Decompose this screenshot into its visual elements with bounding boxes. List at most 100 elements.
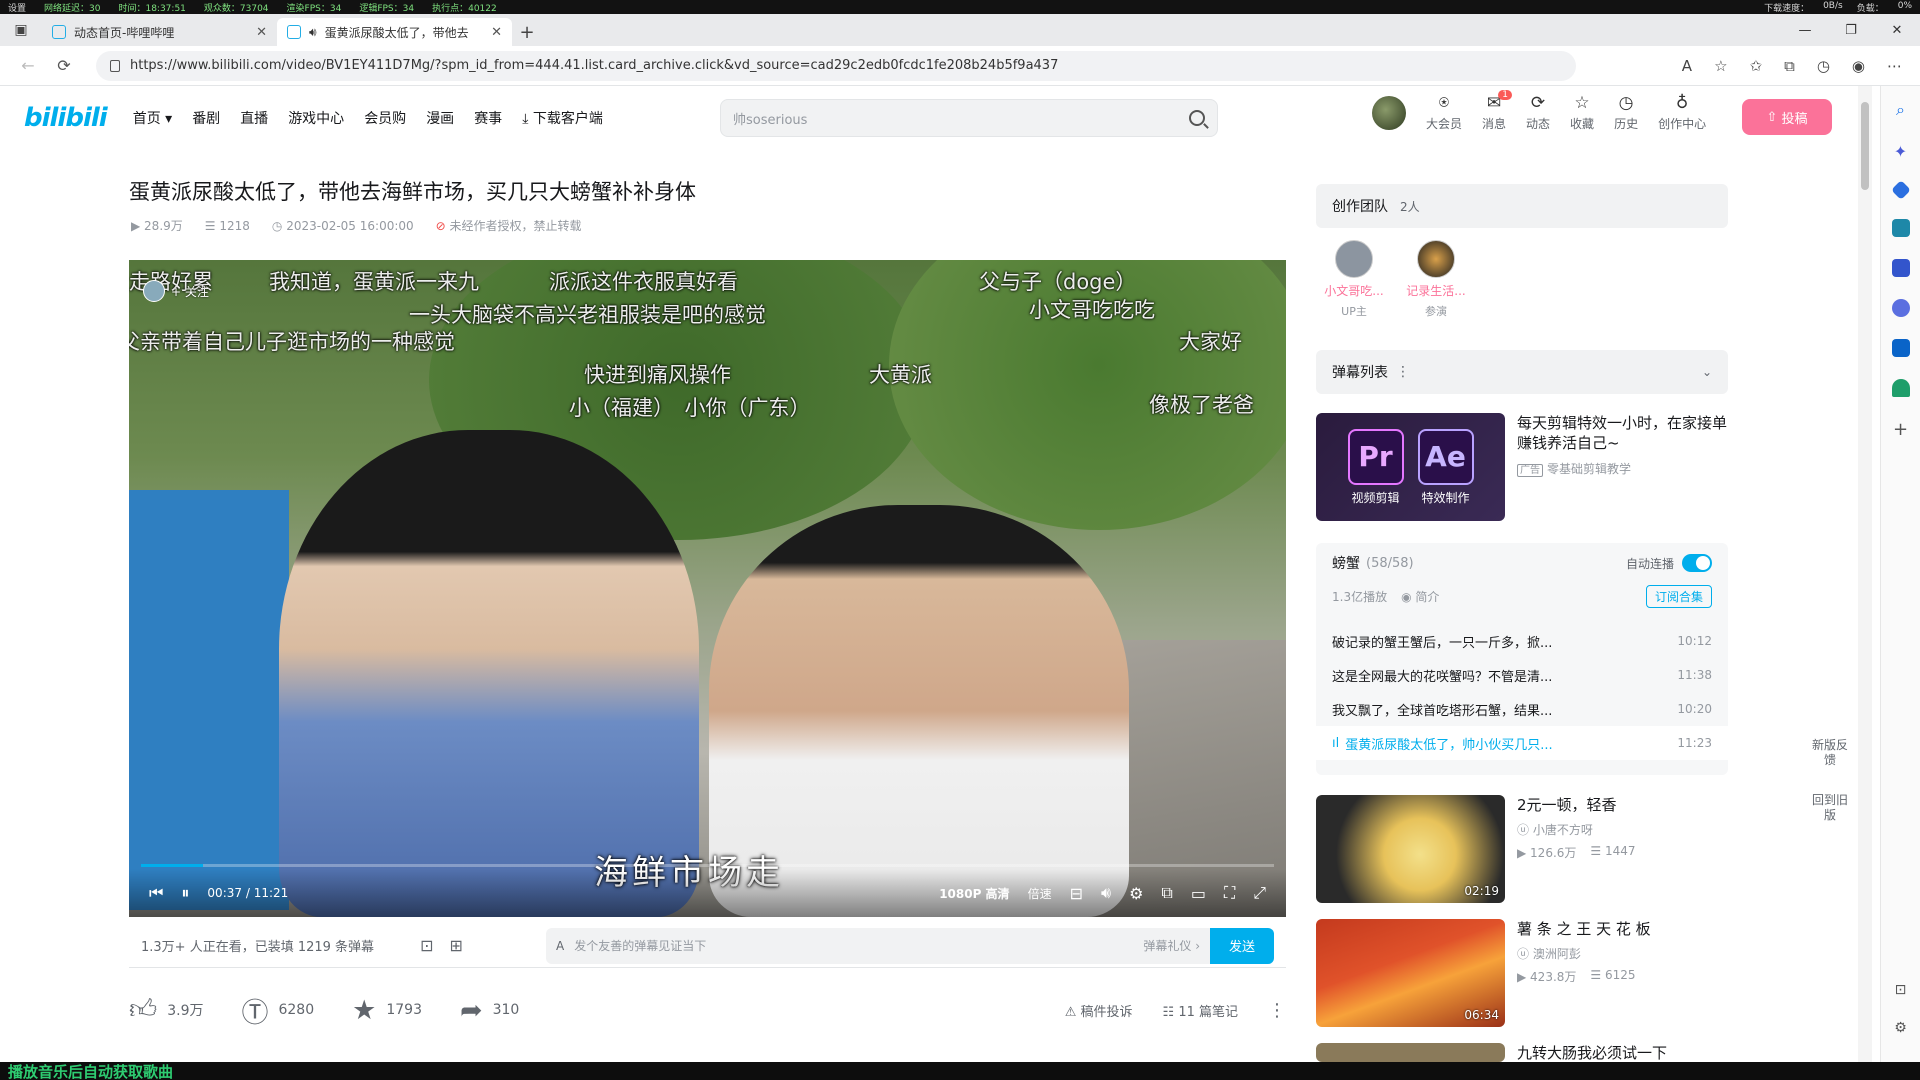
collection-item[interactable]: 我又飘了，全球首吃塔形石蟹，结果... 10:20 bbox=[1316, 692, 1728, 726]
ad-thumbnail[interactable]: Pr 视频剪辑 Ae 特效制作 bbox=[1316, 413, 1505, 521]
sidebar-settings-icon[interactable]: ⚙ bbox=[1894, 1020, 1907, 1036]
recommend-title[interactable]: 九转大肠我必须试一下 bbox=[1517, 1043, 1728, 1062]
danmaku-etiquette-link[interactable]: 弹幕礼仪 › bbox=[1143, 937, 1200, 954]
volume-icon[interactable]: 🔊︎ bbox=[1101, 883, 1111, 903]
maximize-icon[interactable]: ❐ bbox=[1828, 23, 1874, 38]
notes-button[interactable]: ☷ 11 篇笔记 bbox=[1163, 1001, 1238, 1020]
copilot-icon[interactable]: ✦ bbox=[1894, 142, 1907, 161]
favorite-button[interactable]: ★ 1793 bbox=[352, 995, 422, 1026]
danmaku-style-icon[interactable]: A bbox=[556, 939, 564, 953]
recommend-up[interactable]: ⓤ 小唐不方呀 bbox=[1517, 821, 1728, 838]
more-icon[interactable]: ⋯ bbox=[1887, 57, 1902, 75]
collection-intro[interactable]: ◉ 简介 bbox=[1401, 588, 1439, 605]
search-icon[interactable] bbox=[1189, 110, 1205, 126]
back-to-old-version-button[interactable]: 回到旧版 bbox=[1812, 793, 1848, 823]
recommend-card[interactable]: 九转大肠我必须试一下 bbox=[1316, 1043, 1728, 1062]
nav-esports[interactable]: 赛事 bbox=[474, 108, 502, 128]
close-window-icon[interactable]: ✕ bbox=[1874, 23, 1920, 38]
avatar[interactable] bbox=[1372, 96, 1406, 130]
games-icon[interactable] bbox=[1891, 259, 1910, 277]
quality-selector[interactable]: 1080P 高清 bbox=[939, 885, 1009, 902]
collection-item[interactable]: 这是全网最大的花咲蟹吗？不管是清... 11:38 bbox=[1316, 658, 1728, 692]
nav-shop[interactable]: 会员购 bbox=[364, 108, 406, 128]
speed-selector[interactable]: 倍速 bbox=[1028, 885, 1052, 902]
pip-icon[interactable]: ⧉ bbox=[1161, 883, 1172, 903]
recommend-card[interactable]: 02:19 2元一顿，轻香 ⓤ 小唐不方呀 ▶︎ 126.6万 ☰ 1447 bbox=[1316, 795, 1728, 903]
collection-title[interactable]: 螃蟹 bbox=[1332, 553, 1360, 573]
recommend-up[interactable]: ⓤ 澳洲阿彭 bbox=[1517, 945, 1728, 962]
favorites-icon[interactable]: ✩ bbox=[1750, 57, 1763, 75]
nav-home[interactable]: 首页 ▾ bbox=[133, 108, 172, 128]
subtitle-off-icon[interactable]: ⊟ bbox=[1070, 884, 1083, 903]
recommend-thumbnail[interactable] bbox=[1316, 1043, 1505, 1062]
header-history[interactable]: ◷ 历史 bbox=[1614, 94, 1638, 132]
report-button[interactable]: ⚠ 稿件投诉 bbox=[1065, 1001, 1133, 1020]
header-vip[interactable]: ⍟ 大会员 bbox=[1426, 94, 1462, 132]
browser-tab-2[interactable]: 🔊︎ 蛋黄派尿酸太低了，带他去 ✕ bbox=[277, 18, 512, 46]
sidebar-layout-icon[interactable]: ⊡ bbox=[1895, 982, 1907, 998]
progress-bar[interactable] bbox=[141, 864, 1274, 867]
audio-playing-icon[interactable]: 🔊︎ bbox=[309, 25, 317, 40]
nav-live[interactable]: 直播 bbox=[240, 108, 268, 128]
url-field[interactable]: https://www.bilibili.com/video/BV1EY411D… bbox=[96, 50, 1576, 81]
tab-actions-icon[interactable]: ▣ bbox=[0, 14, 42, 46]
pause-icon[interactable]: ⏸︎ bbox=[181, 883, 189, 903]
video-player[interactable]: 走路好累 我知道，蛋黄派一来九 派派这件衣服真好看 父与子（doge） 一头大脑袋不高兴… bbox=[129, 260, 1286, 917]
read-aloud-icon[interactable]: A bbox=[1682, 57, 1692, 75]
new-tab-button[interactable]: + bbox=[512, 18, 542, 46]
collections-icon[interactable]: ⧉ bbox=[1784, 57, 1795, 75]
member-name[interactable]: 小文哥吃... bbox=[1324, 282, 1383, 299]
close-tab-icon[interactable]: ✕ bbox=[256, 25, 267, 40]
minimize-icon[interactable]: — bbox=[1782, 23, 1828, 38]
subscribe-collection-button[interactable]: 订阅合集 bbox=[1645, 585, 1712, 608]
coin-button[interactable]: Ⓣ 6280 bbox=[241, 991, 314, 1030]
header-dynamic[interactable]: ⟳ 动态 bbox=[1526, 94, 1550, 132]
upload-button[interactable]: ⇧ 投稿 bbox=[1742, 99, 1832, 135]
recommend-card[interactable]: 06:34 薯 条 之 王 天 花 板 ⓤ 澳洲阿彭 ▶︎ 423.8万 ☰ 61… bbox=[1316, 919, 1728, 1027]
toolbox-icon[interactable] bbox=[1891, 219, 1910, 237]
add-icon[interactable]: + bbox=[1893, 419, 1908, 440]
header-creator[interactable]: ♁ 创作中心 bbox=[1658, 94, 1706, 132]
danmaku-toggle-icon[interactable]: ⊡ bbox=[420, 936, 433, 955]
send-danmaku-button[interactable]: 发送 bbox=[1210, 927, 1274, 964]
ad-card[interactable]: Pr 视频剪辑 Ae 特效制作 每天剪辑特效一小时，在家接单赚钱养活自己~ 广告… bbox=[1316, 413, 1728, 521]
ad-title[interactable]: 每天剪辑特效一小时，在家接单赚钱养活自己~ bbox=[1517, 413, 1728, 453]
header-messages[interactable]: ✉ 1 消息 bbox=[1482, 90, 1513, 132]
web-fullscreen-icon[interactable]: ⛶ bbox=[1224, 883, 1235, 903]
danmaku-settings-icon[interactable]: ⊞ bbox=[449, 936, 462, 955]
history-icon[interactable]: ◷ bbox=[1817, 57, 1830, 75]
close-tab-icon[interactable]: ✕ bbox=[491, 25, 502, 40]
nav-download-client[interactable]: ⤓ 下载客户端 bbox=[522, 108, 603, 128]
member-avatar[interactable] bbox=[1335, 240, 1373, 278]
member-name[interactable]: 记录生活... bbox=[1406, 282, 1465, 299]
recommend-thumbnail[interactable]: 02:19 bbox=[1316, 795, 1505, 903]
page-scrollbar[interactable] bbox=[1858, 86, 1872, 1062]
tree-icon[interactable] bbox=[1891, 379, 1910, 397]
nav-games[interactable]: 游戏中心 bbox=[288, 108, 344, 128]
previous-icon[interactable]: ⏮︎ bbox=[149, 883, 163, 903]
collection-item-active[interactable]: ıl 蛋黄派尿酸太低了，帅小伙买几只... 11:23 bbox=[1316, 726, 1728, 760]
danmaku-list-header[interactable]: 弹幕列表 ⋮ ⌄ bbox=[1316, 350, 1728, 394]
share-button[interactable]: ➦ 310 bbox=[460, 995, 519, 1026]
recommend-title[interactable]: 薯 条 之 王 天 花 板 bbox=[1517, 919, 1728, 939]
search-input[interactable]: 帅soserious bbox=[720, 99, 1218, 137]
widescreen-icon[interactable]: ▭ bbox=[1191, 884, 1206, 903]
follow-up-button[interactable]: + 关注 bbox=[143, 280, 209, 302]
add-favorite-icon[interactable]: ☆ bbox=[1714, 57, 1727, 75]
bilibili-logo[interactable]: bilibili bbox=[24, 103, 108, 133]
reload-icon[interactable]: ⟳ bbox=[46, 56, 82, 75]
team-member[interactable]: 记录生活... 参演 bbox=[1402, 240, 1470, 319]
chevron-down-icon[interactable]: ⌄ bbox=[1702, 365, 1712, 379]
fullscreen-icon[interactable]: ⤢ bbox=[1253, 883, 1266, 903]
danmaku-input[interactable]: A 发个友善的弹幕见证当下 弹幕礼仪 › 发送 bbox=[546, 927, 1274, 964]
collection-item[interactable]: 破记录的蟹王蟹后，一只一斤多，掀... 10:12 bbox=[1316, 624, 1728, 658]
recommend-title[interactable]: 2元一顿，轻香 bbox=[1517, 795, 1728, 815]
search-icon[interactable]: ⌕ bbox=[1896, 100, 1905, 120]
office-icon[interactable] bbox=[1891, 299, 1910, 317]
like-button[interactable]: 👍︎ 3.9万 bbox=[129, 994, 203, 1026]
header-favorites[interactable]: ☆ 收藏 bbox=[1570, 94, 1594, 132]
outlook-icon[interactable] bbox=[1891, 339, 1910, 357]
autoplay-toggle[interactable] bbox=[1682, 554, 1712, 572]
recommend-thumbnail[interactable]: 06:34 bbox=[1316, 919, 1505, 1027]
scrollbar-thumb[interactable] bbox=[1861, 102, 1869, 190]
